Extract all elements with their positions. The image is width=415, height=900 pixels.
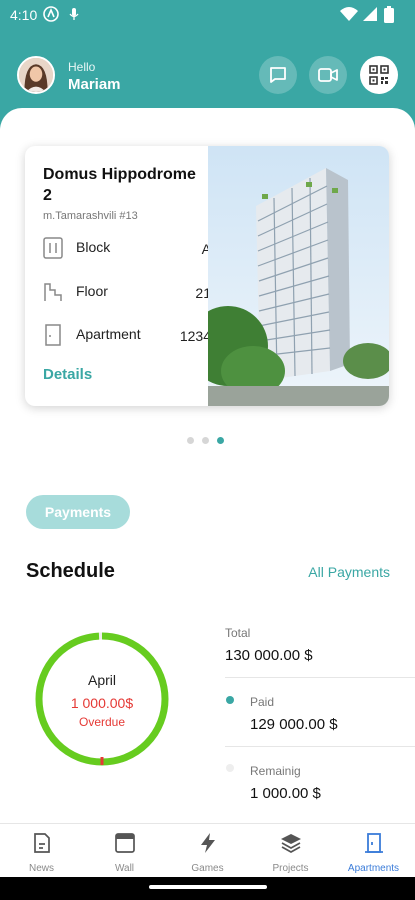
nav-projects[interactable]: Projects: [249, 824, 332, 877]
apartment-row: Apartment 1234: [43, 324, 211, 346]
qr-code-icon: [369, 65, 389, 85]
lightning-icon: [200, 833, 215, 853]
home-indicator[interactable]: [149, 885, 267, 889]
divider: [225, 677, 415, 678]
nav-news-label: News: [28, 863, 54, 874]
carousel-indicator: [187, 437, 224, 444]
nav-apartments-label: Apartments: [347, 863, 400, 874]
nav-news[interactable]: News: [0, 824, 83, 877]
current-status: Overdue: [78, 715, 126, 729]
nav-wall-label: Wall: [114, 863, 135, 874]
app-notification-icon: [43, 6, 59, 22]
apartment-door-icon: [364, 833, 383, 853]
details-link[interactable]: Details: [43, 366, 92, 383]
payments-tab[interactable]: Payments: [26, 495, 130, 529]
remaining-value: 1 000.00 $: [250, 785, 321, 802]
all-payments-link[interactable]: All Payments: [308, 564, 390, 580]
paid-label: Paid: [250, 695, 275, 709]
floor-label: Floor: [76, 283, 108, 299]
user-name: Mariam: [68, 76, 121, 93]
apartment-label: Apartment: [76, 326, 141, 342]
current-amount: 1 000.00$: [70, 695, 134, 711]
battery-icon: [384, 6, 394, 23]
door-icon: [45, 324, 61, 346]
paid-value: 129 000.00 $: [250, 716, 338, 733]
block-row: Block A: [43, 237, 211, 259]
layers-icon: [280, 834, 301, 853]
remaining-label: Remainig: [250, 764, 301, 778]
status-bar: 4:10: [0, 0, 415, 30]
nav-games-label: Games: [191, 863, 224, 874]
news-icon: [33, 833, 50, 853]
carousel-dot[interactable]: [187, 437, 194, 444]
property-title: Domus Hippodrome 2: [43, 166, 196, 204]
total-label: Total: [225, 626, 251, 640]
wifi-icon: [340, 7, 358, 21]
nav-apartments[interactable]: Apartments: [332, 824, 415, 877]
property-address: m.Tamarashvili #13: [43, 210, 138, 222]
block-icon: [43, 237, 63, 259]
overdue-marker: [100, 757, 104, 765]
qr-code-button[interactable]: [360, 56, 398, 94]
app-header: Hello Mariam: [0, 30, 415, 110]
total-value: 130 000.00 $: [225, 647, 313, 664]
greeting-text: Hello: [68, 60, 96, 74]
apartment-value: 1234: [179, 328, 211, 344]
nav-projects-label: Projects: [272, 863, 309, 874]
microphone-icon: [69, 8, 79, 20]
chat-icon: [270, 67, 286, 83]
block-label: Block: [76, 239, 111, 255]
nav-games[interactable]: Games: [166, 824, 249, 877]
video-call-button[interactable]: [309, 56, 347, 94]
wall-icon: [114, 833, 135, 853]
property-card[interactable]: Domus Hippodrome 2 m.Tamarashvili #13 Bl…: [25, 146, 389, 406]
divider: [225, 746, 415, 747]
current-month: April: [87, 672, 116, 688]
schedule-title: Schedule: [26, 560, 115, 582]
building-photo: [208, 146, 389, 406]
paid-legend-dot: [226, 696, 234, 704]
carousel-dot-active[interactable]: [217, 437, 224, 444]
carousel-dot[interactable]: [202, 437, 209, 444]
bottom-navigation: News Wall Games Projects Apartments: [0, 823, 415, 877]
video-camera-icon: [318, 68, 338, 82]
signal-icon: [363, 7, 377, 21]
nav-wall[interactable]: Wall: [83, 824, 166, 877]
status-time: 4:10: [10, 7, 38, 23]
stairs-icon: [44, 283, 62, 301]
floor-row: Floor 21: [43, 281, 211, 303]
chat-button[interactable]: [259, 56, 297, 94]
remaining-legend-dot: [226, 764, 234, 772]
avatar[interactable]: [17, 56, 55, 94]
